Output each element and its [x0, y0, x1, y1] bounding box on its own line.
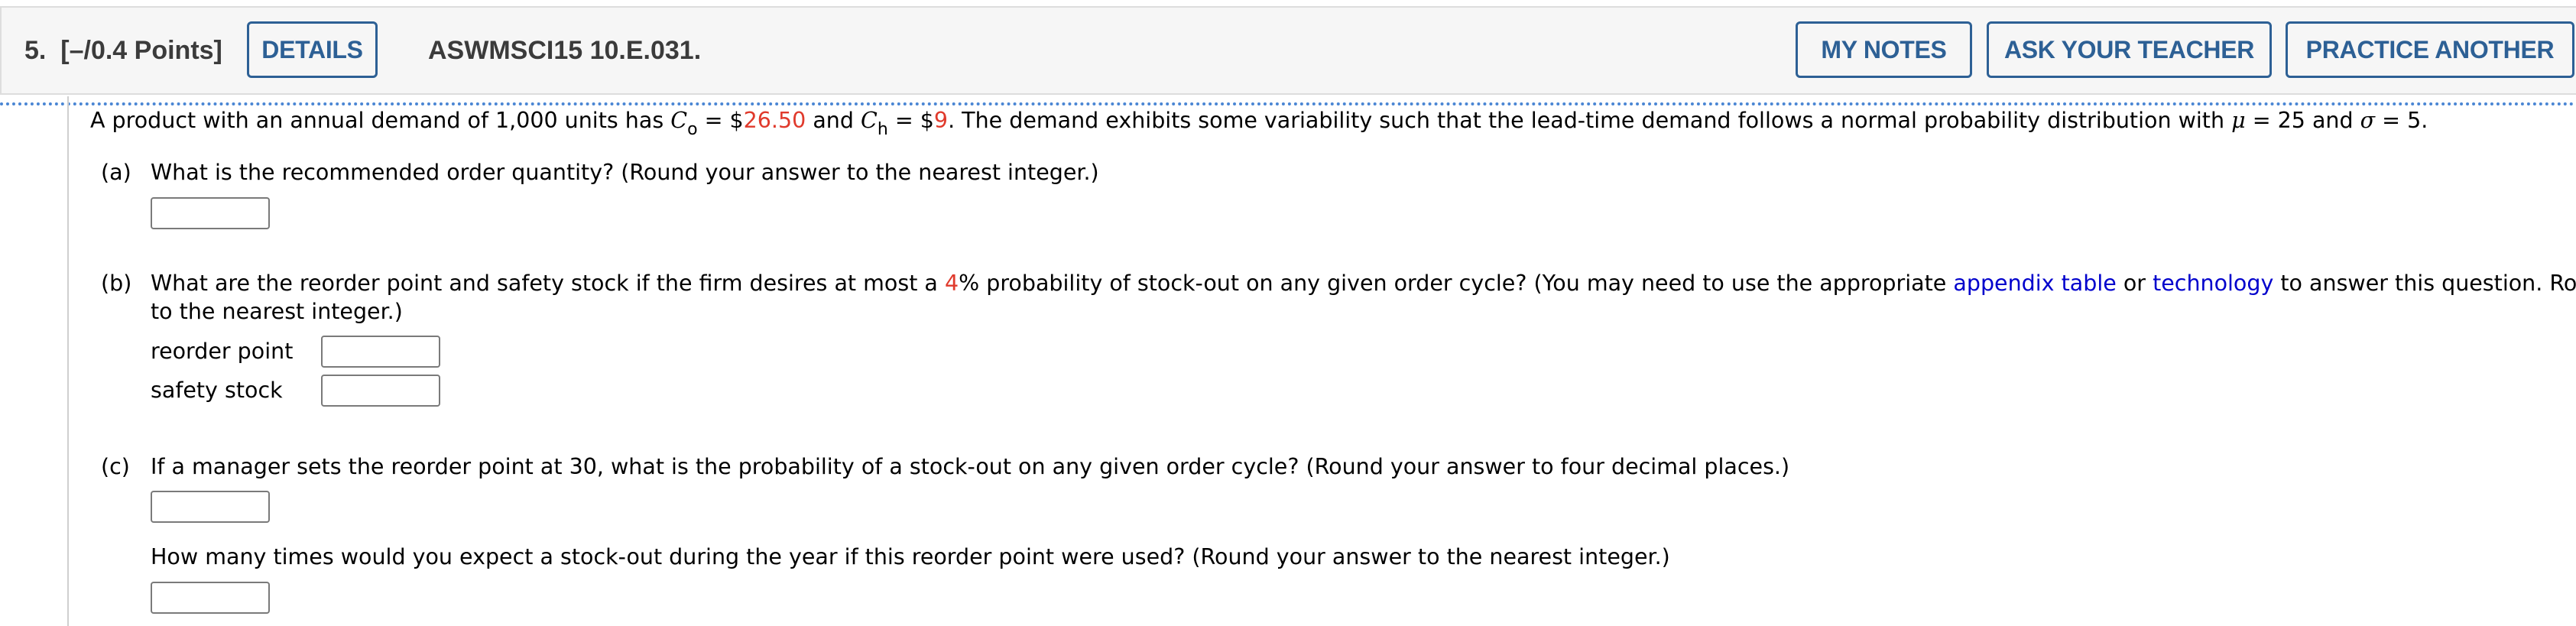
question-number-and-points: 5. [–/0.4 Points] — [24, 8, 222, 93]
question-header: 5. [–/0.4 Points] DETAILS ASWMSCI15 10.E… — [0, 6, 2576, 95]
and-text: and — [806, 108, 861, 133]
part-a-label: (a) — [101, 160, 131, 185]
part-b-text: What are the reorder point and safety st… — [151, 271, 945, 296]
safety-stock-label: safety stock — [151, 378, 283, 403]
part-c-followup-question: How many times would you expect a stock-… — [151, 544, 1670, 569]
equals-dollar: = $ — [697, 108, 744, 133]
c-symbol: C — [670, 108, 688, 133]
part-b-text-2: % probability of stock-out on any given … — [959, 271, 1954, 296]
part-b-label: (b) — [101, 271, 132, 296]
reorder-point-input[interactable] — [321, 336, 440, 368]
stockouts-per-year-input[interactable] — [151, 582, 270, 614]
question-number: 5. — [24, 36, 47, 65]
problem-statement: A product with an annual demand of 1,000… — [90, 107, 2428, 139]
points-label: [–/0.4 Points] — [60, 36, 222, 65]
ask-your-teacher-button[interactable]: ASK YOUR TEACHER — [1987, 21, 2272, 78]
subscript-h: h — [877, 120, 888, 139]
sigma-symbol: σ — [2360, 108, 2376, 133]
part-b-question: What are the reorder point and safety st… — [151, 270, 2576, 297]
stockout-probability-input[interactable] — [151, 491, 270, 523]
practice-another-button[interactable]: PRACTICE ANOTHER — [2286, 21, 2574, 78]
reorder-point-label: reorder point — [151, 339, 294, 364]
c-symbol: C — [861, 108, 878, 133]
part-b-text-3: to answer this question. Round your answ… — [2280, 271, 2576, 296]
technology-link[interactable]: technology — [2153, 271, 2273, 296]
stockout-percent-value: 4 — [944, 271, 959, 296]
appendix-table-link[interactable]: appendix table — [1953, 271, 2116, 296]
subscript-o: o — [687, 120, 698, 139]
holding-cost-variable: Ch — [861, 108, 888, 139]
safety-stock-input[interactable] — [321, 375, 440, 407]
my-notes-button[interactable]: MY NOTES — [1796, 21, 1972, 78]
part-c-question: If a manager sets the reorder point at 3… — [151, 454, 1790, 479]
dotted-separator — [0, 102, 2576, 105]
holding-cost-value: 9 — [933, 108, 949, 133]
mu-value-text: = 25 and — [2245, 108, 2360, 133]
intro-text: A product with an annual demand of 1,000… — [90, 108, 671, 133]
mu-symbol: μ — [2231, 108, 2246, 133]
intro-text-2: . The demand exhibits some variability s… — [948, 108, 2232, 133]
or-text: or — [2116, 271, 2153, 296]
equals-dollar: = $ — [887, 108, 934, 133]
sigma-value-text: = 5. — [2375, 108, 2428, 133]
part-a-question: What is the recommended order quantity? … — [151, 160, 1099, 185]
ordering-cost-value: 26.50 — [743, 108, 806, 133]
part-c-label: (c) — [101, 454, 130, 479]
problem-id: ASWMSCI15 10.E.031. — [428, 36, 702, 65]
order-quantity-input[interactable] — [151, 197, 270, 229]
details-button[interactable]: DETAILS — [247, 21, 378, 78]
left-margin-rule — [67, 96, 69, 626]
ordering-cost-variable: Co — [670, 108, 697, 139]
part-b-question-line2: to the nearest integer.) — [151, 299, 403, 324]
